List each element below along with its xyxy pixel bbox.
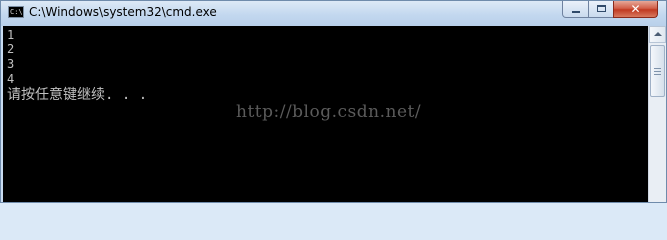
console-prompt-line: 请按任意键继续. . . [7, 87, 148, 103]
console-line: 4 [7, 72, 15, 86]
maximize-icon [597, 5, 606, 12]
console-output-area[interactable]: 1 2 3 4 请按任意键继续. . . http://blog.csdn.ne… [3, 26, 648, 202]
scroll-up-button[interactable] [649, 26, 666, 43]
cmd-icon-label: C:\ [10, 8, 23, 16]
cmd-window: C:\ C:\Windows\system32\cmd.exe ✕ 1 2 3 … [0, 0, 667, 203]
minimize-button[interactable] [562, 1, 589, 18]
grip-icon [654, 68, 661, 75]
console-line: 3 [7, 57, 15, 71]
close-button[interactable]: ✕ [613, 1, 658, 18]
minimize-icon [572, 11, 580, 13]
close-icon: ✕ [630, 2, 641, 16]
window-title: C:\Windows\system32\cmd.exe [29, 5, 217, 19]
watermark-text: http://blog.csdn.net/ [236, 102, 422, 122]
console-line: 1 [7, 28, 15, 42]
vertical-scrollbar[interactable] [648, 26, 666, 202]
scroll-thumb[interactable] [650, 45, 665, 97]
console-line: 2 [7, 42, 15, 56]
title-bar[interactable]: C:\ C:\Windows\system32\cmd.exe ✕ [1, 1, 666, 26]
maximize-button[interactable] [588, 1, 614, 18]
cmd-console-icon[interactable]: C:\ [8, 6, 24, 18]
